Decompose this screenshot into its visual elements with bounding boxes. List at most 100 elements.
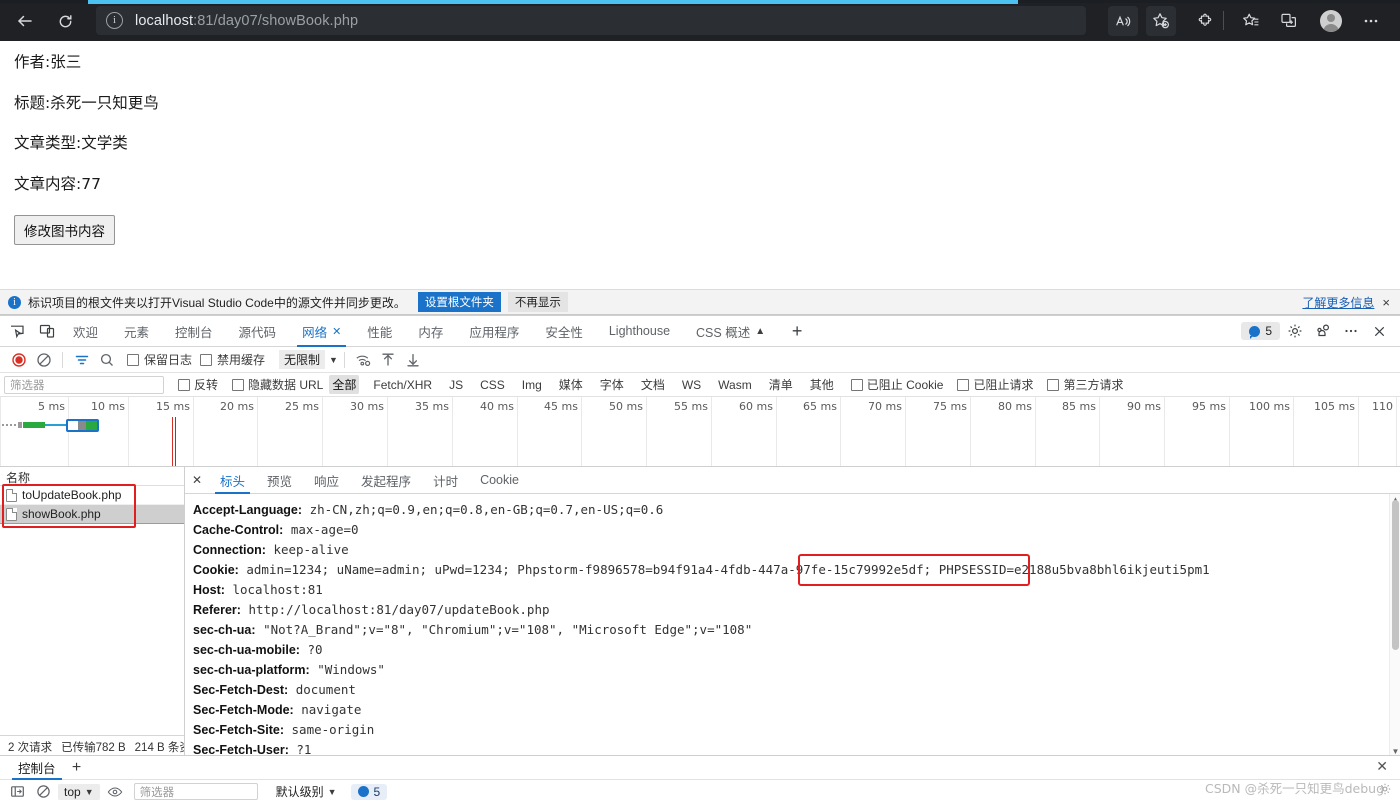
network-overview[interactable]: 5 ms 10 ms 15 ms 20 ms 25 ms 30 ms 35 ms… xyxy=(0,397,1400,467)
back-button[interactable] xyxy=(10,6,40,36)
filter-type-css[interactable]: CSS xyxy=(477,377,508,393)
search-icon[interactable] xyxy=(94,348,119,372)
filter-type-manifest[interactable]: 清单 xyxy=(766,375,796,394)
add-favorite-icon[interactable] xyxy=(1146,6,1176,36)
filter-type-js[interactable]: JS xyxy=(446,377,466,393)
read-aloud-icon[interactable] xyxy=(1108,6,1138,36)
request-list-panel: 名称 toUpdateBook.php showBook.php 2 次请求 已… xyxy=(0,467,185,757)
devtools-tab-console[interactable]: 控制台 xyxy=(162,316,226,347)
filter-type-fetch-xhr[interactable]: Fetch/XHR xyxy=(370,377,435,393)
hide-data-urls-checkbox[interactable]: 隐藏数据 URL xyxy=(232,376,323,393)
drawer-add-icon[interactable]: + xyxy=(66,757,88,779)
overview-tick: 80 ms xyxy=(998,400,1032,413)
browser-more-icon[interactable] xyxy=(1356,6,1386,36)
detail-tab-response[interactable]: 响应 xyxy=(303,467,350,494)
record-button[interactable] xyxy=(6,348,31,372)
device-toolbar-icon[interactable] xyxy=(34,318,60,344)
export-har-icon[interactable] xyxy=(401,348,426,372)
detail-tab-preview[interactable]: 预览 xyxy=(256,467,303,494)
network-filter-input[interactable]: 筛选器 xyxy=(4,375,164,394)
drawer-tab-console[interactable]: 控制台 xyxy=(8,756,66,780)
scrollbar-thumb[interactable] xyxy=(1392,500,1399,650)
third-party-checkbox[interactable]: 第三方请求 xyxy=(1047,376,1124,393)
devtools-close-icon[interactable] xyxy=(1366,318,1392,344)
console-level-select[interactable]: 默认级别 ▼ xyxy=(276,783,337,800)
checkbox-box xyxy=(850,378,863,391)
request-name: showBook.php xyxy=(22,507,101,521)
console-issues-badge[interactable]: 5 xyxy=(350,783,388,800)
detail-tab-initiator[interactable]: 发起程序 xyxy=(350,467,422,494)
profile-avatar[interactable] xyxy=(1316,6,1346,36)
devtools-tab-elements[interactable]: 元素 xyxy=(111,316,162,347)
invert-checkbox[interactable]: 反转 xyxy=(178,376,218,393)
overview-tick: 20 ms xyxy=(220,400,254,413)
blocked-cookies-checkbox[interactable]: 已阻止 Cookie xyxy=(850,376,943,393)
console-sidebar-icon[interactable] xyxy=(6,781,28,802)
throttling-select[interactable]: 无限制 ▼ xyxy=(279,350,338,369)
tab-label: 欢迎 xyxy=(73,325,99,340)
learn-more-link[interactable]: 了解更多信息 xyxy=(1302,294,1374,311)
table-row[interactable]: toUpdateBook.php xyxy=(0,486,184,505)
modify-book-button[interactable]: 修改图书内容 xyxy=(14,215,115,246)
devtools-tab-welcome[interactable]: 欢迎 xyxy=(60,316,111,347)
devtools-tab-lighthouse[interactable]: Lighthouse xyxy=(596,316,683,347)
set-root-folder-button[interactable]: 设置根文件夹 xyxy=(417,292,501,312)
inspect-element-icon[interactable] xyxy=(4,318,30,344)
detail-scrollbar[interactable]: ▲ ▼ xyxy=(1389,494,1400,757)
settings-gear-icon[interactable] xyxy=(1282,318,1308,344)
console-eye-icon[interactable] xyxy=(104,781,126,802)
devtools-more-icon[interactable] xyxy=(1338,318,1364,344)
console-filter-input[interactable]: 筛选器 xyxy=(133,783,258,800)
devtools-panel: 欢迎 元素 控制台 源代码 网络 ✕ 性能 内存 应用程序 安全性 Lighth… xyxy=(0,315,1400,803)
add-panel-icon[interactable]: + xyxy=(784,318,810,344)
tab-close-icon[interactable]: ✕ xyxy=(332,325,341,338)
devtools-tab-network[interactable]: 网络 ✕ xyxy=(289,316,354,347)
filter-type-wasm[interactable]: Wasm xyxy=(715,377,755,393)
reload-button[interactable] xyxy=(50,6,80,36)
page-content: 作者:张三 标题:杀死一只知更鸟 文章类型:文学类 文章内容:77 修改图书内容 xyxy=(0,41,1400,289)
detail-tab-headers[interactable]: 标头 xyxy=(209,467,256,494)
favorites-icon[interactable] xyxy=(1236,6,1266,36)
filter-icon[interactable] xyxy=(69,348,94,372)
header-name: Sec-Fetch-Mode: xyxy=(193,703,294,717)
filter-type-font[interactable]: 字体 xyxy=(597,375,627,394)
collections-icon[interactable] xyxy=(1274,6,1304,36)
transferred-size: 已传输782 B xyxy=(61,741,126,754)
console-context-select[interactable]: top ▼ xyxy=(58,783,100,800)
detail-tab-cookies[interactable]: Cookie xyxy=(469,467,530,494)
devtools-tab-performance[interactable]: 性能 xyxy=(354,316,405,347)
clear-button[interactable] xyxy=(31,348,56,372)
import-har-icon[interactable] xyxy=(376,348,401,372)
filter-type-ws[interactable]: WS xyxy=(679,377,704,393)
detail-close-icon[interactable]: ✕ xyxy=(185,467,209,493)
blocked-requests-checkbox[interactable]: 已阻止请求 xyxy=(957,376,1033,393)
address-bar[interactable]: i localhost:81/day07/showBook.php xyxy=(96,6,1086,35)
disable-cache-checkbox[interactable]: 禁用缓存 xyxy=(200,351,265,368)
console-clear-icon[interactable] xyxy=(32,781,54,802)
devices-icon[interactable] xyxy=(1310,318,1336,344)
filter-type-doc[interactable]: 文档 xyxy=(638,375,668,394)
site-info-icon[interactable]: i xyxy=(106,12,123,29)
filter-type-other[interactable]: 其他 xyxy=(807,375,837,394)
issues-badge[interactable]: 5 xyxy=(1241,322,1280,340)
network-conditions-icon[interactable] xyxy=(351,348,376,372)
dont-show-again-button[interactable]: 不再显示 xyxy=(507,292,568,312)
watermark-gear-icon xyxy=(1378,782,1392,801)
devtools-tab-sources[interactable]: 源代码 xyxy=(226,316,290,347)
address-bar-url: localhost:81/day07/showBook.php xyxy=(135,13,358,29)
devtools-tab-css-overview[interactable]: CSS 概述 ▲ xyxy=(683,316,778,347)
extensions-icon[interactable] xyxy=(1192,6,1222,36)
devtools-tab-application[interactable]: 应用程序 xyxy=(456,316,532,347)
table-row[interactable]: showBook.php xyxy=(0,505,184,524)
watermark-close-icon[interactable]: ✕ xyxy=(1376,758,1388,775)
filter-type-media[interactable]: 媒体 xyxy=(556,375,586,394)
devtools-tab-memory[interactable]: 内存 xyxy=(405,316,456,347)
preserve-log-checkbox[interactable]: 保留日志 xyxy=(127,351,192,368)
devtools-tab-security[interactable]: 安全性 xyxy=(532,316,596,347)
document-icon xyxy=(6,507,17,521)
filter-type-all[interactable]: 全部 xyxy=(329,375,360,394)
filter-type-img[interactable]: Img xyxy=(519,377,545,393)
overview-selection-box[interactable] xyxy=(66,419,99,432)
infobar-close-icon[interactable]: × xyxy=(1382,295,1392,310)
detail-tab-timing[interactable]: 计时 xyxy=(422,467,469,494)
